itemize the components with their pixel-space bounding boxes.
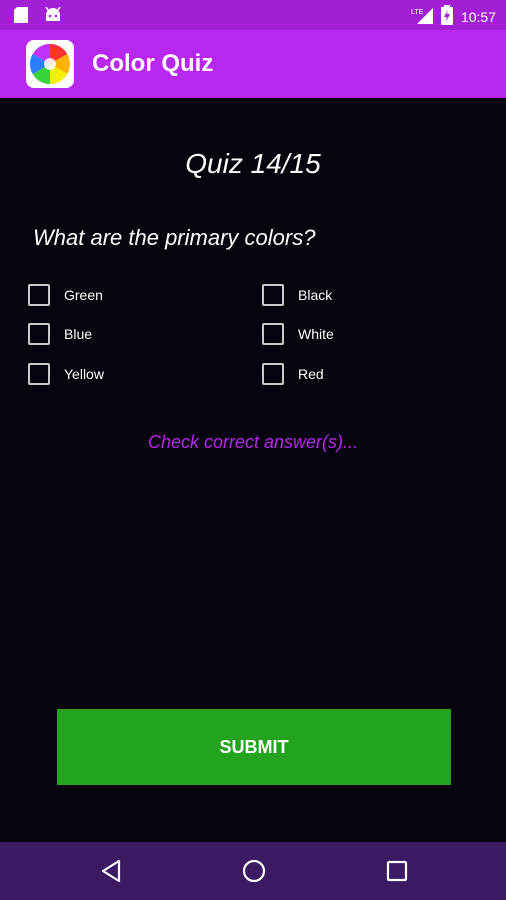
- android-icon: [44, 6, 62, 28]
- app-title: Color Quiz: [92, 50, 214, 77]
- option-label: Red: [298, 366, 324, 382]
- checkbox[interactable]: [262, 363, 284, 385]
- recents-icon[interactable]: [383, 857, 411, 885]
- checkbox[interactable]: [28, 363, 50, 385]
- option-green[interactable]: Green: [28, 283, 103, 307]
- submit-button[interactable]: SUBMIT: [57, 709, 451, 785]
- checkbox[interactable]: [262, 323, 284, 345]
- option-white[interactable]: White: [262, 322, 334, 346]
- lte-signal-icon: LTE: [411, 6, 433, 27]
- checkbox[interactable]: [28, 323, 50, 345]
- svg-text:LTE: LTE: [411, 9, 424, 16]
- status-bar: LTE 10:57: [0, 0, 506, 30]
- option-label: White: [298, 326, 334, 342]
- quiz-content: Quiz 14/15 What are the primary colors? …: [0, 98, 506, 842]
- option-blue[interactable]: Blue: [28, 322, 92, 346]
- quiz-progress-title: Quiz 14/15: [185, 148, 321, 179]
- option-label: Blue: [64, 326, 93, 342]
- option-red[interactable]: Red: [262, 362, 324, 386]
- question-text: What are the primary colors?: [33, 225, 316, 250]
- color-wheel-icon: [26, 40, 74, 88]
- home-icon[interactable]: [240, 857, 268, 885]
- checkbox[interactable]: [28, 284, 50, 306]
- option-black[interactable]: Black: [262, 283, 332, 307]
- option-label: Green: [64, 287, 103, 303]
- status-time: 10:57: [460, 8, 496, 25]
- checkbox[interactable]: [262, 284, 284, 306]
- navigation-bar: [0, 842, 506, 900]
- option-label: Yellow: [64, 366, 104, 382]
- sd-card-icon: [14, 7, 28, 28]
- app-bar: Color Quiz: [0, 30, 506, 98]
- back-icon[interactable]: [97, 857, 125, 885]
- battery-icon: [440, 5, 453, 28]
- hint-text: Check correct answer(s)...: [147, 432, 359, 452]
- option-label: Black: [298, 287, 333, 303]
- option-yellow[interactable]: Yellow: [28, 362, 104, 386]
